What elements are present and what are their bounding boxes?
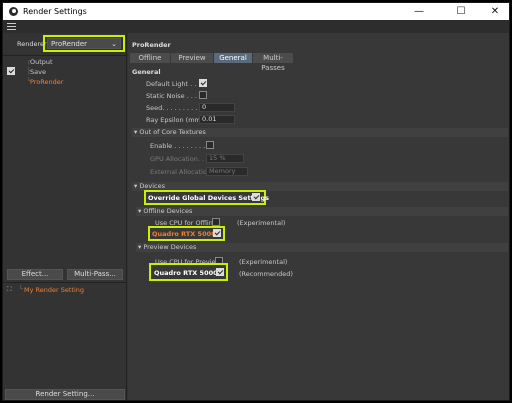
general-section-title: General (132, 68, 161, 76)
panel-header: ProRender (132, 41, 171, 49)
divider (3, 55, 127, 56)
external-allocation-label: External Allocation (150, 168, 212, 176)
divider (3, 282, 127, 283)
multi-pass-button[interactable]: Multi-Pass... (67, 269, 123, 280)
save-enabled-checkbox[interactable] (7, 67, 15, 75)
seed-label: Seed. . . . . . . . . (146, 104, 198, 112)
minimize-button[interactable]: — (407, 4, 431, 19)
render-setting-button[interactable]: Render Setting... (5, 389, 125, 400)
ray-epsilon-label: Ray Epsilon (mm) (146, 116, 204, 124)
preview-gpu-label: Quadro RTX 5000 (154, 269, 218, 277)
static-noise-checkbox[interactable] (199, 91, 207, 99)
tree-item-output[interactable]: Output (30, 58, 53, 66)
tree-connector-icon: └ (19, 285, 23, 293)
recommended-note: (Recommended) (239, 270, 293, 278)
enable-label: Enable . . . . . . . . (150, 142, 206, 150)
tree-item-save[interactable]: Save (30, 68, 46, 76)
gpu-allocation-input[interactable]: 15 % (206, 154, 244, 163)
use-cpu-offline-checkbox[interactable] (212, 218, 220, 226)
enable-checkbox[interactable] (206, 141, 214, 149)
offline-devices-title: Offline Devices (143, 207, 193, 215)
tab-multi-passes[interactable]: Multi-Passes (253, 53, 293, 72)
maximize-button[interactable]: ☐ (449, 4, 473, 19)
renderer-dropdown-value: ProRender (51, 40, 88, 48)
default-light-label: Default Light . . (146, 80, 197, 88)
ray-epsilon-input[interactable]: 0.01 (199, 115, 235, 124)
cinema4d-app-icon (9, 7, 18, 16)
render-setting-icon: ⛶ (7, 285, 12, 293)
seed-input[interactable]: 0 (199, 103, 235, 112)
render-settings-window: Render Settings — ☐ ✕ Renderer ProRender… (2, 2, 510, 401)
default-light-checkbox[interactable] (199, 79, 207, 87)
preview-devices-title: Preview Devices (143, 243, 197, 251)
close-button[interactable]: ✕ (483, 4, 507, 19)
offline-gpu-label: Quadro RTX 5000 (152, 230, 216, 238)
chevron-down-icon: ⌄ (111, 40, 117, 48)
out-of-core-section[interactable]: ▾ Out of Core Textures (132, 128, 508, 137)
tree-item-prorender[interactable]: ProRender (30, 78, 63, 86)
left-panel: Renderer ProRender ⌄ ┌ Output ├ Save └ P… (3, 33, 127, 400)
offline-gpu-checkbox[interactable] (213, 229, 221, 237)
experimental-offline-note: (Experimental) (237, 219, 286, 227)
override-devices-checkbox[interactable] (252, 193, 260, 201)
menu-bar (3, 20, 509, 33)
renderer-dropdown[interactable]: ProRender ⌄ (47, 38, 121, 49)
right-panel: ProRender Offline Preview General Multi-… (128, 33, 509, 400)
external-allocation-dropdown[interactable]: Memory (206, 167, 248, 176)
title-bar: Render Settings — ☐ ✕ (3, 3, 509, 20)
preview-gpu-checkbox[interactable] (216, 268, 224, 276)
hamburger-menu-icon[interactable] (7, 23, 16, 30)
window-title: Render Settings (23, 7, 87, 16)
preview-devices-section[interactable]: ▾ Preview Devices (136, 243, 508, 252)
effect-button[interactable]: Effect... (7, 269, 63, 280)
tab-offline[interactable]: Offline (130, 53, 170, 63)
gpu-allocation-label: GPU Allocation. . . (150, 155, 209, 163)
tab-preview[interactable]: Preview (171, 53, 213, 63)
render-setting-item[interactable]: My Render Setting (24, 286, 84, 294)
static-noise-label: Static Noise . . . (146, 92, 198, 100)
tab-general[interactable]: General (214, 53, 252, 63)
experimental-preview-note: (Experimental) (239, 258, 288, 266)
offline-devices-section[interactable]: ▾ Offline Devices (136, 207, 508, 216)
override-devices-label: Override Global Devices Settings (148, 194, 270, 202)
devices-title: Devices (139, 182, 165, 190)
out-of-core-title: Out of Core Textures (139, 128, 206, 136)
